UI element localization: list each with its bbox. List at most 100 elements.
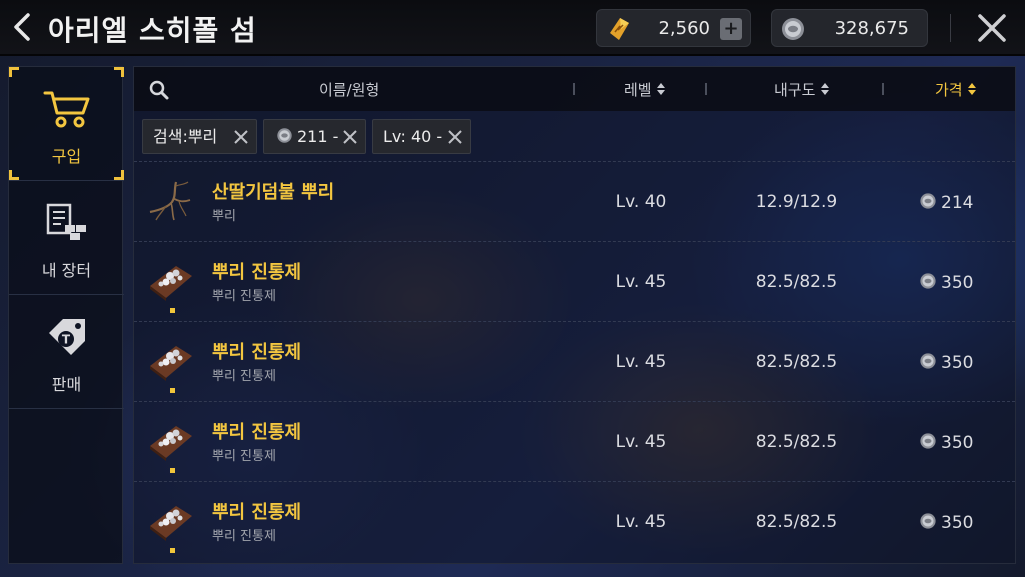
item-type: 뿌리 [212,209,236,224]
item-durability: 82.5/82.5 [755,432,838,452]
selection-corner [114,67,124,77]
silver-coin-icon [920,513,936,529]
gold-crystal-icon [610,18,629,40]
gold-currency: 2,560 + [596,9,751,47]
back-button[interactable] [6,8,38,46]
silver-coin-icon [277,128,292,143]
item-level: Lv. 45 [615,512,667,532]
column-label: 레벨 [624,81,652,99]
filter-chip-label: 검색:뿌리 [153,127,218,146]
column-header-level[interactable]: 레벨 [624,79,666,100]
chevron-left-icon [14,13,30,41]
item-price-value: 350 [941,273,974,293]
sidebar-item-label: 판매 [51,375,82,394]
item-type: 뿌리 진통제 [212,449,276,464]
page-title: 아리엘 스히폴 섬 [48,14,257,47]
sidebar-item-buy[interactable]: 구입 [9,67,124,181]
painkiller-icon [150,506,192,541]
selection-corner [9,170,19,180]
sidebar-item-my-market[interactable]: 내 장터 [9,181,124,295]
top-bar: 아리엘 스히폴 섬 2,560 + 328,675 [0,0,1025,56]
item-price: 350 [919,272,985,293]
sort-icon [821,83,830,95]
header-divider [950,14,951,42]
item-durability: 82.5/82.5 [755,352,838,372]
filter-chip-search[interactable]: 검색:뿌리 [142,119,257,154]
gold-amount: 2,560 [658,18,710,39]
table-row[interactable]: 뿌리 진통제 뿌리 진통제 Lv. 45 82.5/82.5 350 [134,481,1015,561]
sidebar-item-sell[interactable]: T 판매 [9,295,124,409]
item-name: 뿌리 진통제 [212,342,302,363]
item-price-value: 350 [941,353,974,373]
table-row[interactable]: 뿌리 진통제 뿌리 진통제 Lv. 45 82.5/82.5 350 [134,401,1015,481]
remove-filter-icon[interactable] [234,130,248,144]
root-icon [149,181,191,221]
item-price-value: 350 [941,513,974,533]
table-row[interactable]: 뿌리 진통제 뿌리 진통제 Lv. 45 82.5/82.5 350 [134,321,1015,401]
sidebar-item-label: 내 장터 [41,261,92,280]
filter-chip-level[interactable]: Lv: 40 - [372,119,471,154]
item-type: 뿌리 진통제 [212,289,276,304]
table-row[interactable]: 산딸기덤불 뿌리 뿌리 Lv. 40 12.9/12.9 214 [134,161,1015,241]
column-separator [882,83,884,95]
silver-currency: 328,675 [771,9,928,47]
filter-chip-price[interactable]: 211 - [263,119,366,154]
table-header: 이름/원형 레벨 내구도 가격 [134,67,1015,111]
remove-filter-icon[interactable] [343,130,357,144]
add-gold-button[interactable]: + [720,18,742,40]
sort-icon [657,83,666,95]
item-type: 뿌리 진통제 [212,369,276,384]
item-durability: 82.5/82.5 [755,272,838,292]
silver-amount: 328,675 [834,18,909,39]
filter-chip-label: 211 - [297,127,339,146]
item-level: Lv. 45 [615,272,667,292]
filter-chip-label: Lv: 40 - [383,127,443,146]
sidebar-item-label: 구입 [51,147,82,166]
item-price: 350 [919,352,985,373]
item-name: 뿌리 진통제 [212,262,302,283]
svg-text:T: T [62,333,71,347]
item-price: 350 [919,512,985,533]
item-durability: 12.9/12.9 [755,192,838,212]
sell-tag-icon: T [49,319,85,355]
selection-corner [9,67,19,77]
item-price: 350 [919,432,985,453]
column-header-name[interactable]: 이름/원형 [319,79,379,100]
item-level: Lv. 45 [615,352,667,372]
column-header-durability[interactable]: 내구도 [774,79,830,100]
item-price-value: 214 [941,193,974,213]
market-list-panel: 이름/원형 레벨 내구도 가격 검색:뿌리 211 - Lv: 40 - 산딸기… [133,66,1016,564]
silver-coin-icon [782,18,804,40]
column-label: 가격 [935,81,963,99]
painkiller-icon [150,346,192,381]
item-type: 뿌리 진통제 [212,529,276,544]
sort-icon [968,83,977,95]
plus-icon: + [723,18,739,39]
item-price: 214 [919,192,985,213]
item-name: 뿌리 진통제 [212,422,302,443]
item-name: 산딸기덤불 뿌리 [212,182,335,203]
item-level: Lv. 40 [615,192,667,212]
remove-filter-icon[interactable] [448,130,462,144]
column-header-price[interactable]: 가격 [935,79,977,100]
search-icon[interactable] [148,79,170,101]
quality-dot [170,308,175,313]
quality-dot [170,548,175,553]
silver-coin-icon [920,353,936,369]
column-separator [705,83,707,95]
sidebar: 구입 내 장터 T 판매 [8,66,124,564]
column-separator [573,83,575,95]
table-row[interactable]: 뿌리 진통제 뿌리 진통제 Lv. 45 82.5/82.5 350 [134,241,1015,321]
column-label: 내구도 [774,81,816,99]
item-name: 뿌리 진통제 [212,502,302,523]
silver-coin-icon [920,193,936,209]
painkiller-icon [150,266,192,301]
silver-coin-icon [920,433,936,449]
close-button[interactable] [972,8,1012,48]
close-icon [978,14,1006,42]
quality-dot [170,468,175,473]
item-price-value: 350 [941,433,974,453]
item-durability: 82.5/82.5 [755,512,838,532]
cart-icon [43,91,90,128]
quality-dot [170,388,175,393]
